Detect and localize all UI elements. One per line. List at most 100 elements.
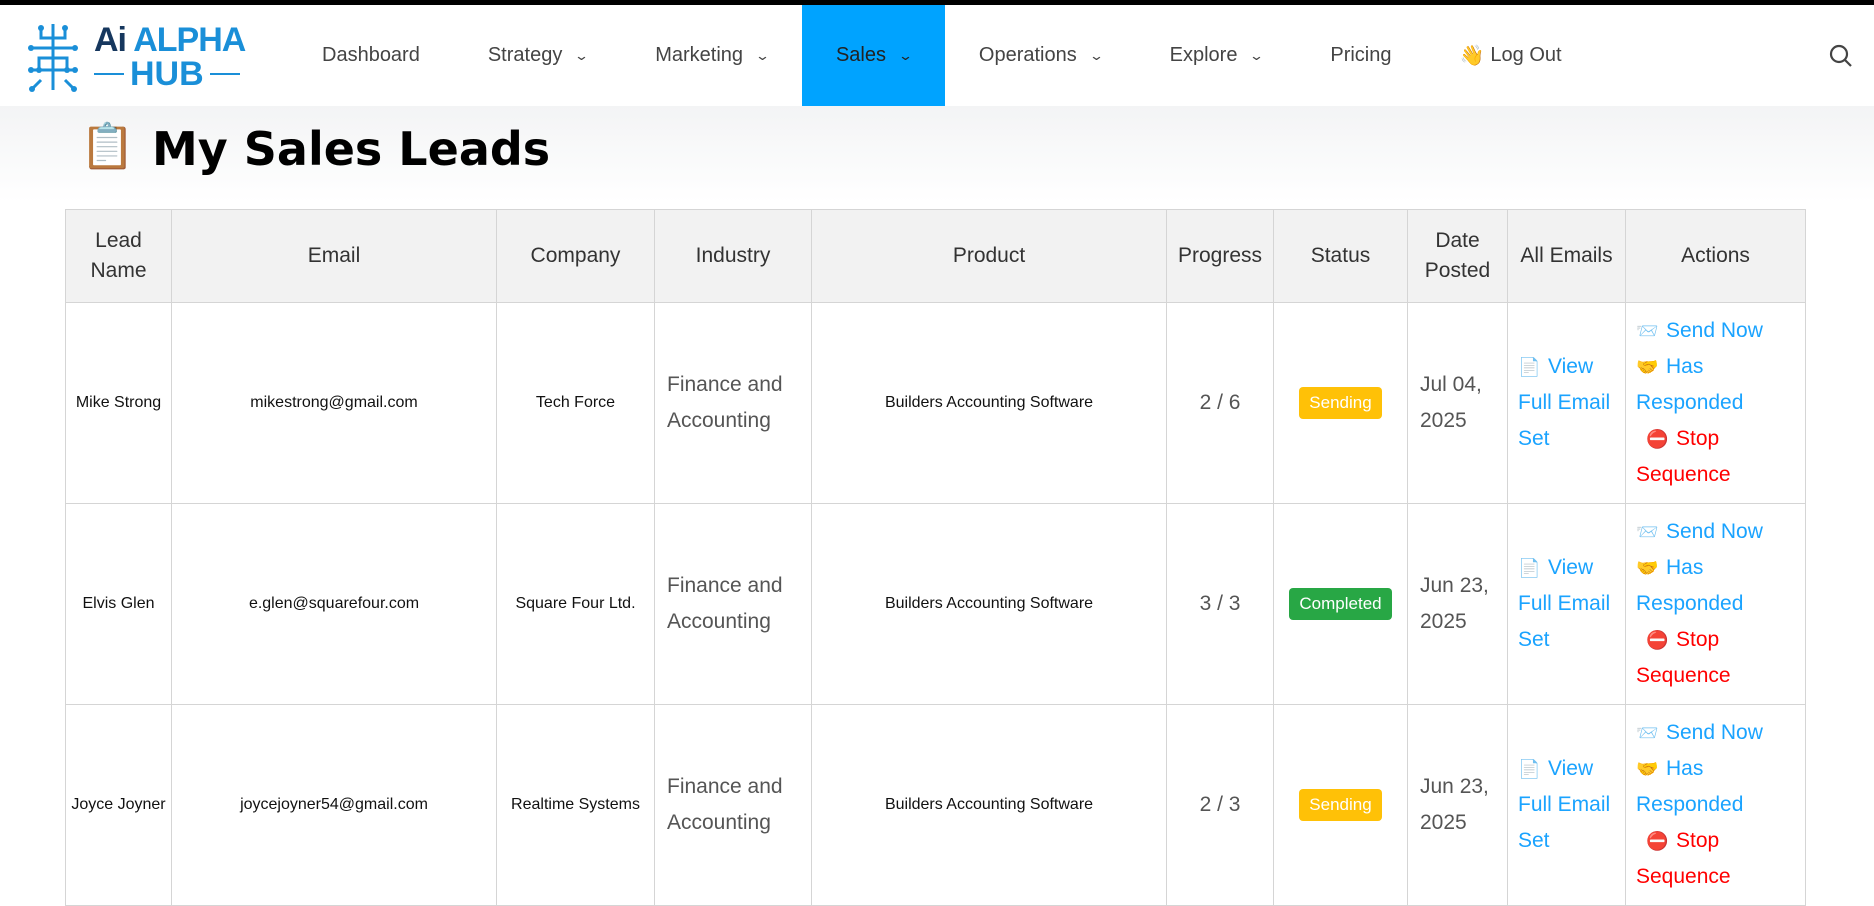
column-header: Actions xyxy=(1625,209,1806,303)
view-full-email-set-link[interactable]: 📄 View Full Email Set xyxy=(1518,757,1610,852)
logo[interactable]: Ai ALPHA HUB xyxy=(16,17,261,97)
leads-table: Lead Name Email Company Industry Product Prog… xyxy=(65,209,1806,906)
wave-icon: 👋 xyxy=(1459,45,1485,67)
view-full-email-set-link[interactable]: 📄 View Full Email Set xyxy=(1518,556,1610,651)
nav-explore[interactable]: Explore ⌄ xyxy=(1136,5,1297,106)
table-row: Elvis Glen e.glen@squarefour.com Square … xyxy=(65,503,1806,705)
lead-industry: Finance and Accounting xyxy=(654,503,812,705)
stop-sequence-button[interactable]: ⛔ Stop Sequence xyxy=(1636,427,1731,486)
lead-industry: Finance and Accounting xyxy=(654,704,812,906)
lead-email: mikestrong@gmail.com xyxy=(171,302,497,504)
status-cell: Sending xyxy=(1273,302,1408,504)
lead-email: joycejoyner54@gmail.com xyxy=(171,704,497,906)
stop-sequence-button[interactable]: ⛔ Stop Sequence xyxy=(1636,628,1731,687)
nav-label: Sales xyxy=(835,44,886,66)
all-emails-cell: 📄 View Full Email Set xyxy=(1507,503,1626,705)
stop-sequence-button[interactable]: ⛔ Stop Sequence xyxy=(1636,829,1731,888)
lead-name: Mike Strong xyxy=(65,302,172,504)
no-entry-icon: ⛔ xyxy=(1646,630,1669,650)
actions-cell: 📨 Send Now 🤝 Has Responded ⛔ Stop Sequence xyxy=(1625,704,1806,906)
document-icon: 📄 xyxy=(1518,558,1541,578)
all-emails-cell: 📄 View Full Email Set xyxy=(1507,302,1626,504)
date-posted: Jun 23, 2025 xyxy=(1407,503,1508,705)
has-responded-button[interactable]: 🤝 Has Responded xyxy=(1636,757,1743,816)
column-header: Status xyxy=(1273,209,1408,303)
chevron-down-icon: ⌄ xyxy=(754,47,771,63)
page-header: 📋 My Sales Leads xyxy=(0,106,1874,202)
column-header: Date Posted xyxy=(1407,209,1508,303)
search-icon[interactable] xyxy=(1828,43,1854,69)
nav-dashboard[interactable]: Dashboard xyxy=(288,5,454,106)
handshake-icon: 🤝 xyxy=(1636,558,1659,578)
no-entry-icon: ⛔ xyxy=(1646,831,1669,851)
lead-email: e.glen@squarefour.com xyxy=(171,503,497,705)
page-title: My Sales Leads xyxy=(152,122,551,176)
nav-sales[interactable]: Sales ⌄ xyxy=(801,5,945,106)
envelope-icon: 📨 xyxy=(1636,321,1659,341)
date-posted: Jun 23, 2025 xyxy=(1407,704,1508,906)
lead-progress: 2 / 3 xyxy=(1166,704,1274,906)
send-now-button[interactable]: 📨 Send Now xyxy=(1636,319,1763,342)
lead-name: Elvis Glen xyxy=(65,503,172,705)
column-header: Lead Name xyxy=(65,209,172,303)
brain-circuit-icon xyxy=(28,24,78,92)
status-badge: Sending xyxy=(1299,789,1382,821)
date-posted: Jul 04, 2025 xyxy=(1407,302,1508,504)
lead-product: Builders Accounting Software xyxy=(811,302,1167,504)
column-header: Product xyxy=(811,209,1167,303)
envelope-icon: 📨 xyxy=(1636,723,1659,743)
table-row: Mike Strong mikestrong@gmail.com Tech Fo… xyxy=(65,302,1806,504)
nav-pricing[interactable]: Pricing xyxy=(1296,5,1425,106)
chevron-down-icon: ⌄ xyxy=(1088,47,1104,63)
chevron-down-icon: ⌄ xyxy=(897,47,914,63)
actions-cell: 📨 Send Now 🤝 Has Responded ⛔ Stop Sequence xyxy=(1625,302,1806,504)
lead-company: Square Four Ltd. xyxy=(496,503,655,705)
link-label: Send Now xyxy=(1666,721,1763,744)
send-now-button[interactable]: 📨 Send Now xyxy=(1636,520,1763,543)
lead-progress: 3 / 3 xyxy=(1166,503,1274,705)
no-entry-icon: ⛔ xyxy=(1646,429,1669,449)
all-emails-cell: 📄 View Full Email Set xyxy=(1507,704,1626,906)
nav-label: Explore xyxy=(1169,44,1238,66)
status-cell: Completed xyxy=(1273,503,1408,705)
logo-ai: Ai xyxy=(94,21,127,59)
chevron-down-icon: ⌄ xyxy=(1249,47,1265,63)
document-icon: 📄 xyxy=(1518,357,1541,377)
handshake-icon: 🤝 xyxy=(1636,357,1659,377)
nav-label: Strategy xyxy=(487,44,563,66)
column-header: Company xyxy=(496,209,655,303)
clipboard-icon: 📋 xyxy=(80,122,135,171)
send-now-button[interactable]: 📨 Send Now xyxy=(1636,721,1763,744)
logo-alpha: ALPHA xyxy=(133,21,246,59)
actions-cell: 📨 Send Now 🤝 Has Responded ⛔ Stop Sequence xyxy=(1625,503,1806,705)
lead-product: Builders Accounting Software xyxy=(811,503,1167,705)
lead-company: Tech Force xyxy=(496,302,655,504)
lead-progress: 2 / 6 xyxy=(1166,302,1274,504)
column-header: Progress xyxy=(1166,209,1274,303)
handshake-icon: 🤝 xyxy=(1636,759,1659,779)
nav-marketing[interactable]: Marketing ⌄ xyxy=(621,5,802,106)
nav-label: Log Out xyxy=(1490,44,1562,66)
lead-product: Builders Accounting Software xyxy=(811,704,1167,906)
nav-operations[interactable]: Operations ⌄ xyxy=(945,5,1136,106)
nav-log-out[interactable]: 👋 Log Out xyxy=(1426,5,1596,106)
document-icon: 📄 xyxy=(1518,759,1541,779)
nav-strategy[interactable]: Strategy ⌄ xyxy=(454,5,621,106)
column-header: Email xyxy=(171,209,497,303)
has-responded-button[interactable]: 🤝 Has Responded xyxy=(1636,556,1743,615)
lead-company: Realtime Systems xyxy=(496,704,655,906)
lead-industry: Finance and Accounting xyxy=(654,302,812,504)
link-label: Send Now xyxy=(1666,520,1763,543)
link-label: Send Now xyxy=(1666,319,1763,342)
column-header: All Emails xyxy=(1507,209,1626,303)
envelope-icon: 📨 xyxy=(1636,522,1659,542)
chevron-down-icon: ⌄ xyxy=(574,47,590,63)
has-responded-button[interactable]: 🤝 Has Responded xyxy=(1636,355,1743,414)
main-menu: Dashboard Strategy ⌄ Marketing ⌄ Sales ⌄ Operat… xyxy=(288,5,1596,106)
column-header: Industry xyxy=(654,209,812,303)
navbar: Ai ALPHA HUB Dashboard Strategy ⌄ Marketing… xyxy=(0,5,1874,106)
status-badge: Sending xyxy=(1299,387,1382,419)
status-badge: Completed xyxy=(1289,588,1392,620)
nav-label: Marketing xyxy=(655,44,744,66)
view-full-email-set-link[interactable]: 📄 View Full Email Set xyxy=(1518,355,1610,450)
